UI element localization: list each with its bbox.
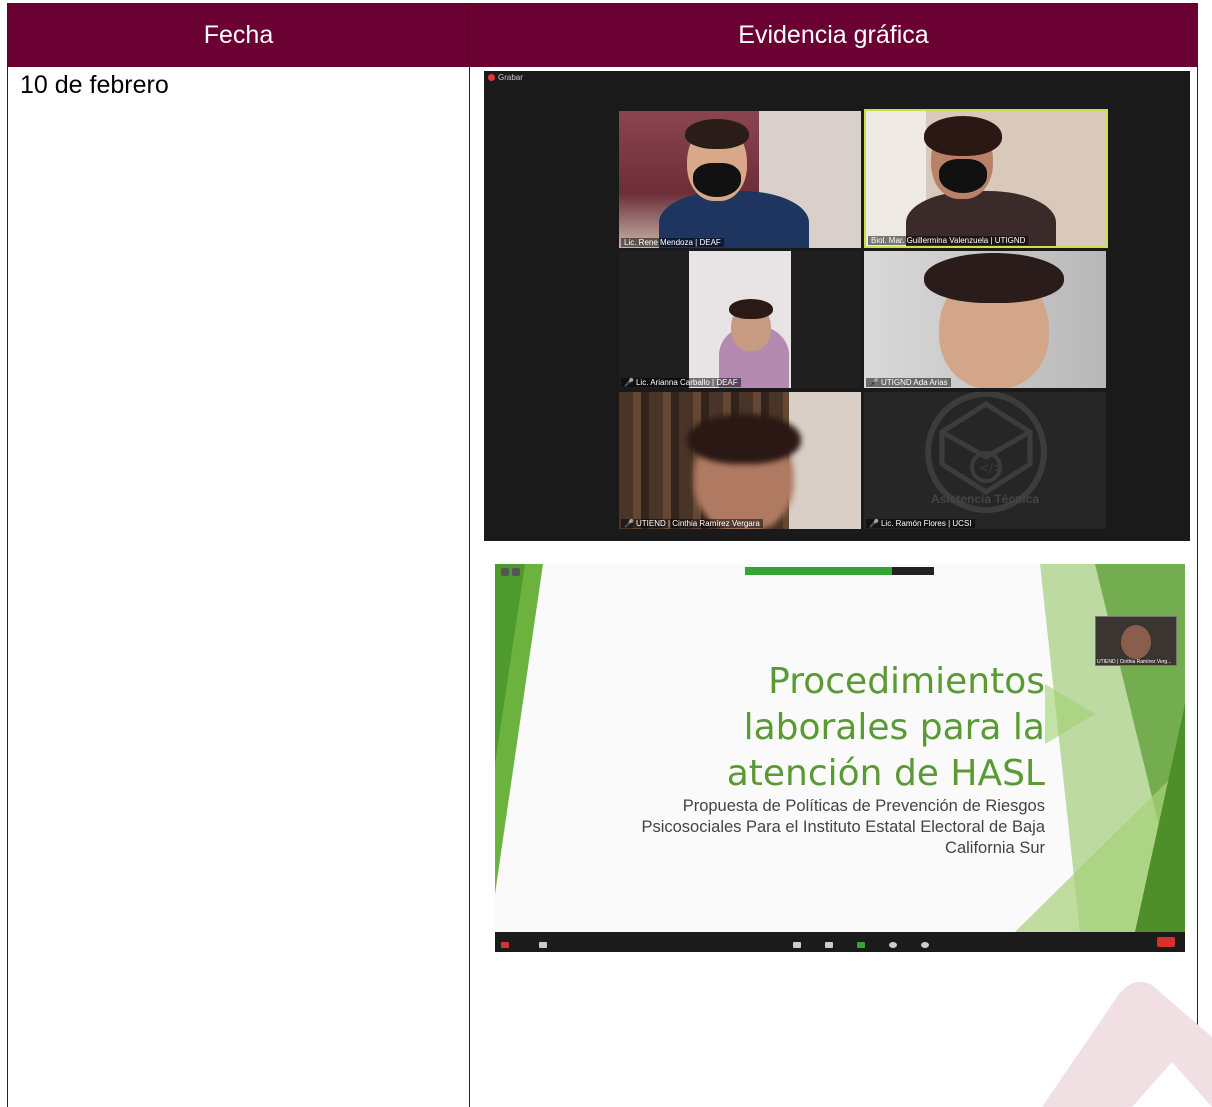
participant-name: 🎤 UTIGND Ada Arias	[866, 378, 951, 387]
table-header: Fecha Evidencia gráfica	[8, 3, 1197, 67]
chat-button[interactable]	[825, 942, 833, 949]
shared-slide-screenshot: UTIEND | Cinthia Ramírez Verg... Procedi…	[495, 564, 1185, 952]
view-options-button[interactable]	[892, 567, 934, 575]
column-divider	[469, 3, 470, 1107]
participant-tile-avatar: </> Asistencia Técnica 🎤 Lic. Ramón Flore…	[864, 392, 1106, 529]
assist-label: Asistencia Técnica	[930, 492, 1040, 506]
participant-name: 🎤 Lic. Ramón Flores | UCSI	[866, 519, 975, 528]
participants-button[interactable]	[793, 942, 801, 949]
date-cell: 10 de febrero	[20, 71, 169, 99]
record-icon	[488, 74, 495, 81]
video-button[interactable]	[539, 942, 547, 949]
mute-button[interactable]	[501, 942, 509, 949]
leave-button[interactable]	[1157, 937, 1175, 947]
participant-tile: 🎤 Lic. Arianna Carballo | DEAF	[619, 251, 861, 388]
participant-tile-active: Biol. Mar. Guillermina Valenzuela | UTIG…	[864, 109, 1108, 248]
speaker-thumbnail: UTIEND | Cinthia Ramírez Verg...	[1095, 616, 1177, 666]
participant-name: 🎤 UTIEND | Cinthia Ramírez Vergara	[621, 519, 763, 528]
participant-tile: 🎤 UTIEND | Cinthia Ramírez Vergara	[619, 392, 861, 529]
slide-subtitle: Propuesta de Políticas de Prevención de …	[641, 797, 1045, 857]
record-indicator: Grabar	[488, 73, 523, 82]
svg-text:</>: </>	[979, 461, 1003, 475]
window-control-icon[interactable]	[512, 568, 520, 576]
mic-muted-icon: 🎤	[624, 378, 634, 387]
participant-tile: Lic. Rene Mendoza | DEAF	[619, 111, 861, 248]
technical-assistance-logo-icon: </>	[925, 392, 1047, 513]
window-control-icon[interactable]	[501, 568, 509, 576]
meeting-toolbar	[495, 932, 1185, 952]
participant-tile: 🎤 UTIGND Ada Arias	[864, 251, 1106, 388]
record-button[interactable]	[889, 942, 897, 949]
meeting-gallery-screenshot: Grabar Lic. Rene Mendoza | DEAF Biol. Ma…	[484, 71, 1190, 541]
watermark-logo-icon	[1042, 981, 1212, 1107]
participant-name: Biol. Mar. Guillermina Valenzuela | UTIG…	[868, 236, 1029, 245]
mic-muted-icon: 🎤	[869, 519, 879, 528]
reactions-button[interactable]	[921, 942, 929, 949]
share-screen-button[interactable]	[857, 942, 865, 949]
slide-title: Procedimientos laborales para la atenció…	[726, 661, 1045, 794]
participant-name: Lic. Rene Mendoza | DEAF	[621, 238, 724, 247]
header-evidencia: Evidencia gráfica	[738, 20, 929, 49]
header-fecha: Fecha	[203, 20, 274, 49]
mic-muted-icon: 🎤	[869, 378, 879, 387]
participant-name: 🎤 Lic. Arianna Carballo | DEAF	[621, 378, 741, 387]
mic-muted-icon: 🎤	[624, 519, 634, 528]
